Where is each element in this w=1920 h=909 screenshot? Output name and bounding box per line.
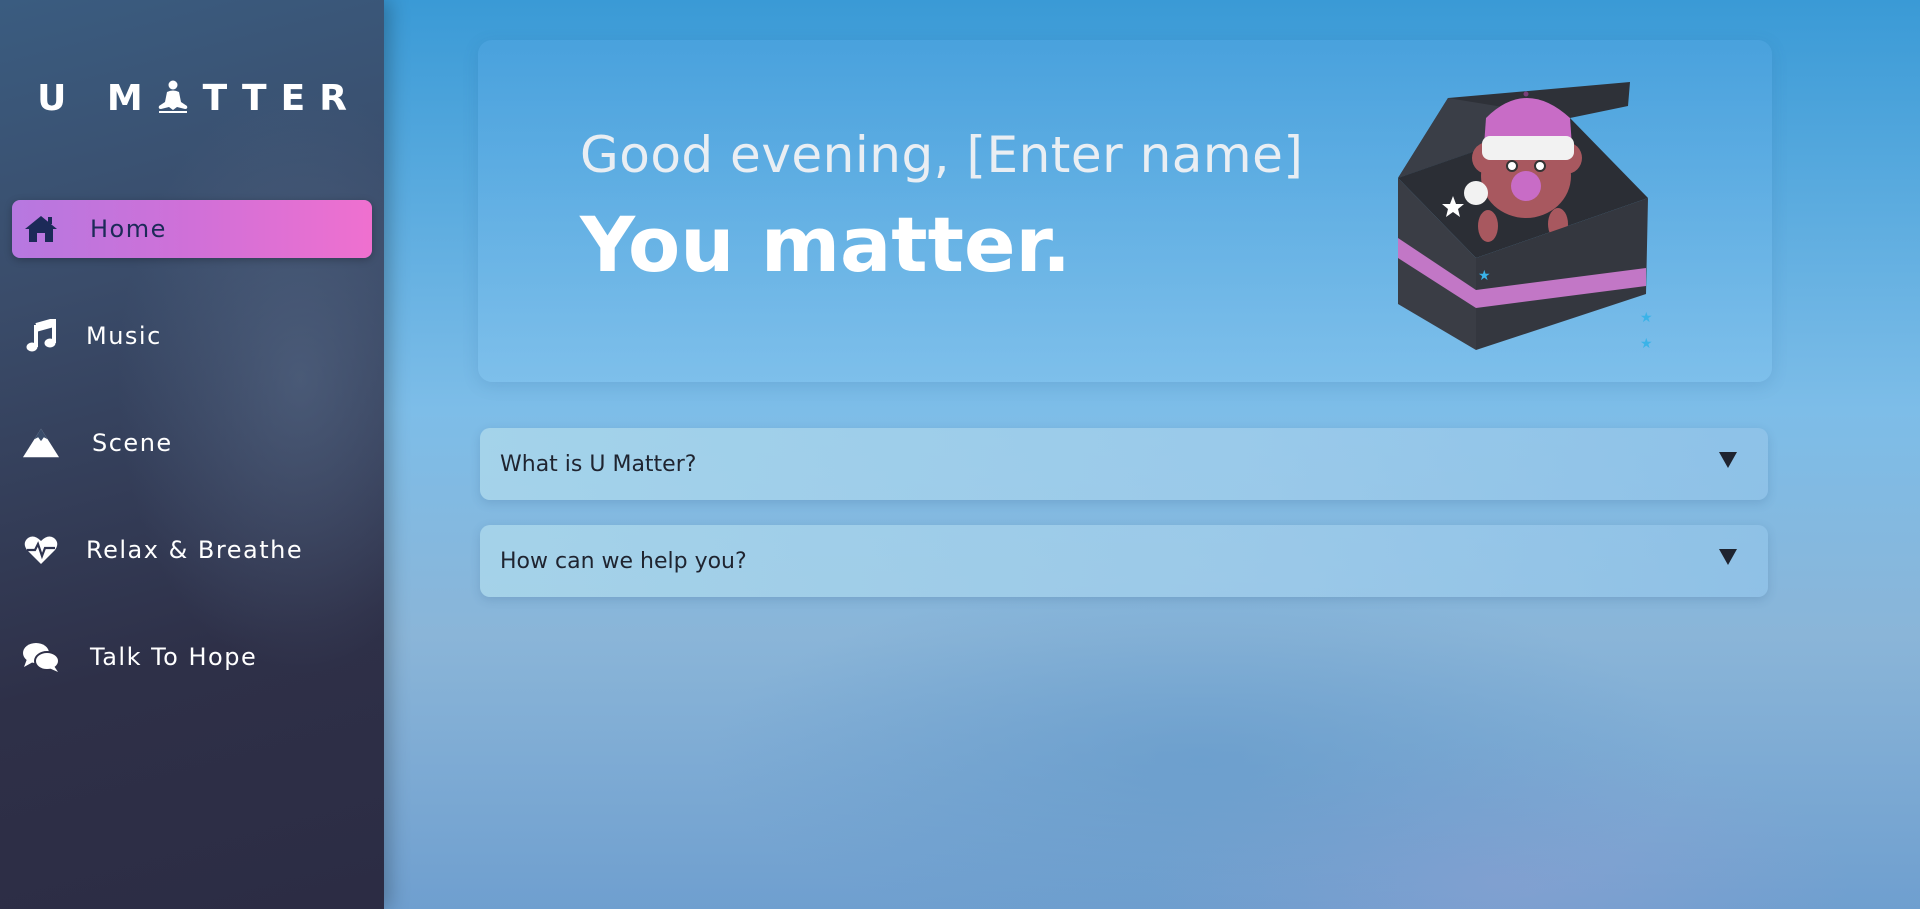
tagline-text: You matter.	[580, 200, 1072, 289]
greeting-text: Good evening, [Enter name]	[580, 126, 1304, 184]
nav-item-label: Music	[86, 322, 162, 350]
home-icon	[22, 210, 60, 248]
faq-item-how-can-we-help[interactable]: How can we help you?	[480, 525, 1768, 597]
faq-question: What is U Matter?	[500, 451, 697, 477]
svg-text:★: ★	[1478, 268, 1491, 284]
nav-item-relax-breathe[interactable]: Relax & Breathe	[12, 521, 372, 579]
nav-item-label: Talk To Hope	[90, 643, 258, 671]
svg-text:★: ★	[1640, 336, 1653, 352]
nav-item-label: Scene	[92, 429, 173, 457]
nav-item-scene[interactable]: Scene	[12, 414, 372, 472]
faq-item-what-is-u-matter[interactable]: What is U Matter?	[480, 428, 1768, 500]
nav-item-label: Home	[90, 215, 167, 243]
bear-in-box-illustration: ★ ★ ★	[1398, 82, 1653, 352]
nav-item-home[interactable]: Home	[12, 200, 372, 258]
triangle-down-icon[interactable]	[1718, 450, 1738, 470]
sidebar: U M TTER Home Music Scene Relax & Breath…	[0, 0, 384, 909]
triangle-down-icon[interactable]	[1718, 547, 1738, 567]
logo-text-suffix: TTER	[202, 78, 361, 119]
logo-text-prefix: U M	[37, 78, 157, 119]
svg-text:★: ★	[1640, 310, 1653, 326]
app-logo[interactable]: U M TTER	[0, 78, 384, 119]
meditation-icon	[158, 80, 187, 113]
heartbeat-icon	[22, 531, 60, 569]
nav-item-label: Relax & Breathe	[86, 536, 304, 564]
mountain-icon	[22, 424, 60, 462]
welcome-card: Good evening, [Enter name] You matter. ★…	[478, 40, 1772, 382]
nav-item-talk-to-hope[interactable]: Talk To Hope	[12, 628, 372, 686]
faq-question: How can we help you?	[500, 548, 747, 574]
nav-item-music[interactable]: Music	[12, 307, 372, 365]
music-note-icon	[22, 317, 60, 355]
chat-bubbles-icon	[22, 638, 60, 676]
